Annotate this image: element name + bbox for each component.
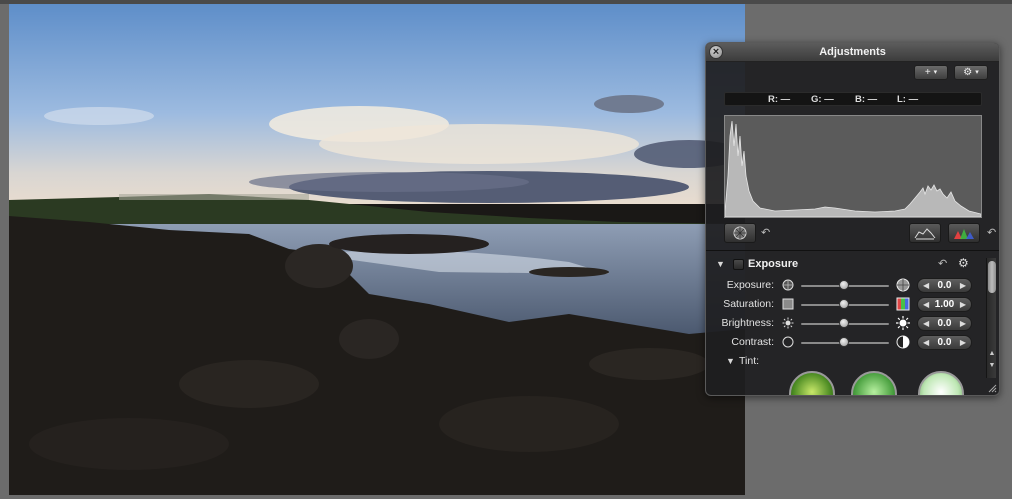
- sun-large-icon: [896, 316, 910, 330]
- aperture-icon: [733, 226, 747, 240]
- decrement-arrow-icon[interactable]: ◀: [923, 317, 929, 330]
- saturation-label: Saturation:: [723, 298, 774, 310]
- histogram-graph: [725, 120, 981, 217]
- add-adjustment-button[interactable]: + ▾: [914, 65, 948, 80]
- rgb-levels-button[interactable]: [948, 223, 980, 243]
- plus-icon: +: [924, 67, 931, 78]
- resize-grip-icon[interactable]: [987, 383, 997, 393]
- gear-icon[interactable]: ⚙: [958, 256, 969, 270]
- scroll-thumb[interactable]: [988, 261, 996, 293]
- sun-small-icon: [782, 317, 794, 329]
- chevron-down-icon: ▾: [975, 69, 979, 76]
- chevron-down-icon: ▾: [933, 69, 938, 76]
- brightness-label: Brightness:: [721, 317, 774, 329]
- exposure-stepper[interactable]: 0.0 ◀ ▶: [917, 278, 972, 293]
- readout-r: R: —: [768, 94, 791, 105]
- scroll-up-arrow-icon[interactable]: ▲: [987, 350, 997, 357]
- histogram: [724, 115, 982, 218]
- hud-title-bar[interactable]: Adjustments: [706, 43, 999, 62]
- undo-icon[interactable]: ↶: [987, 226, 996, 239]
- levels-icon: [914, 228, 936, 240]
- contrast-low-icon: [782, 336, 794, 348]
- tint-wheel-midtones[interactable]: [851, 371, 897, 395]
- auto-levels-button[interactable]: [724, 223, 756, 243]
- scroll-down-arrow-icon[interactable]: ▼: [987, 362, 997, 369]
- decrement-arrow-icon[interactable]: ◀: [923, 279, 929, 292]
- exposure-row: Exposure: 0.0 ◀ ▶: [706, 277, 986, 294]
- brightness-row: Brightness: 0.0 ◀ ▶: [706, 315, 986, 332]
- close-icon[interactable]: ×: [709, 45, 723, 59]
- tint-wheel-shadows[interactable]: [789, 371, 835, 395]
- tint-wheel-highlights[interactable]: [918, 371, 964, 395]
- contrast-stepper[interactable]: 0.0 ◀ ▶: [917, 335, 972, 350]
- hud-title: Adjustments: [819, 46, 886, 58]
- decrement-arrow-icon[interactable]: ◀: [923, 298, 929, 311]
- saturation-slider-knob[interactable]: [839, 299, 849, 309]
- readout-g: G: —: [811, 94, 834, 105]
- saturation-stepper[interactable]: 1.00 ◀ ▶: [917, 297, 972, 312]
- landscape-photo: [9, 4, 745, 495]
- photo-canvas[interactable]: [9, 4, 745, 495]
- levels-button[interactable]: [909, 223, 941, 243]
- rgb-levels-icon: [954, 229, 974, 239]
- color-readout-bar: R: — G: — B: — L: —: [724, 92, 982, 106]
- adjustments-hud[interactable]: Adjustments × + ▾ ⚙ ▾ R: — G: — B: — L: — …: [705, 42, 1000, 396]
- grayscale-swatch-icon: [782, 298, 794, 310]
- vertical-scrollbar[interactable]: ▲ ▼: [986, 258, 996, 378]
- gear-icon: ⚙: [963, 67, 973, 78]
- increment-arrow-icon[interactable]: ▶: [960, 279, 966, 292]
- exposure-section-header[interactable]: ▼ Exposure ↶ ⚙: [706, 255, 986, 275]
- exposure-section-title: Exposure: [748, 258, 799, 270]
- brightness-stepper[interactable]: 0.0 ◀ ▶: [917, 316, 972, 331]
- exposure-enable-checkbox[interactable]: [733, 259, 744, 270]
- color-swatch-icon: [896, 297, 910, 311]
- tint-header[interactable]: ▼ Tint:: [706, 354, 906, 368]
- gear-menu-button[interactable]: ⚙ ▾: [954, 65, 988, 80]
- contrast-high-icon: [896, 335, 910, 349]
- disclosure-triangle-icon[interactable]: ▼: [726, 356, 735, 366]
- saturation-row: Saturation: 1.00 ◀ ▶: [706, 296, 986, 313]
- increment-arrow-icon[interactable]: ▶: [960, 298, 966, 311]
- aperture-icon: [896, 278, 910, 292]
- contrast-slider-knob[interactable]: [839, 337, 849, 347]
- divider: [706, 250, 999, 251]
- undo-icon[interactable]: ↶: [761, 226, 770, 239]
- contrast-row: Contrast: 0.0 ◀ ▶: [706, 334, 986, 351]
- readout-b: B: —: [855, 94, 878, 105]
- exposure-label: Exposure:: [726, 279, 774, 291]
- increment-arrow-icon[interactable]: ▶: [960, 317, 966, 330]
- disclosure-triangle-icon[interactable]: ▼: [716, 259, 725, 269]
- decrement-arrow-icon[interactable]: ◀: [923, 336, 929, 349]
- brightness-slider-knob[interactable]: [839, 318, 849, 328]
- readout-l: L: —: [897, 94, 919, 105]
- increment-arrow-icon[interactable]: ▶: [960, 336, 966, 349]
- undo-icon[interactable]: ↶: [938, 257, 947, 270]
- tint-label: Tint:: [739, 355, 760, 367]
- contrast-label: Contrast:: [731, 336, 774, 348]
- aperture-icon: [782, 279, 794, 291]
- exposure-slider-knob[interactable]: [839, 280, 849, 290]
